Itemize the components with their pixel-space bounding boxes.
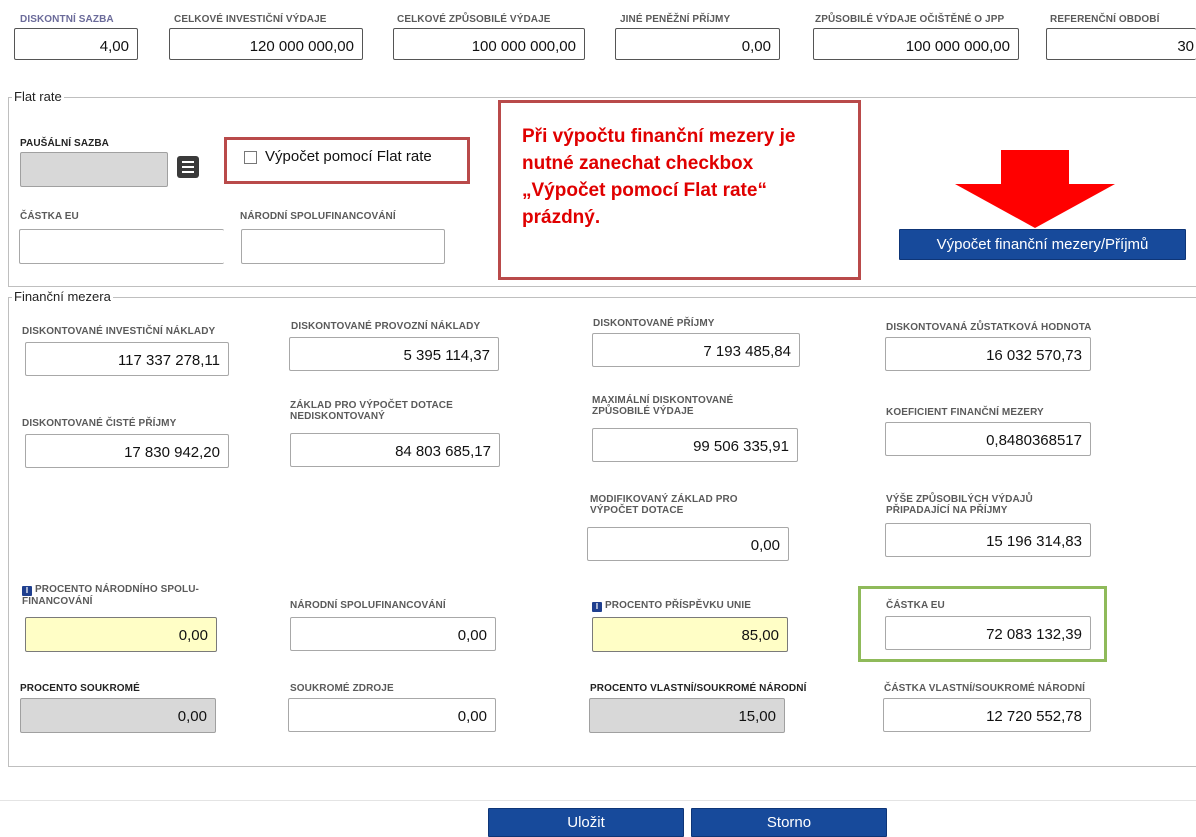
eligible-cleaned-field[interactable]: 100 000 000,00 <box>813 28 1019 60</box>
discount-rate-label: DISKONTNÍ SAZBA <box>20 14 114 25</box>
other-income-label: JINÉ PENĚŽNÍ PŘÍJMY <box>620 14 731 25</box>
flat-rate-border-bottom <box>8 286 1196 287</box>
annotation-text: Při výpočtu finanční mezery je nutné zan… <box>522 126 796 228</box>
disk-prijmy-label: DISKONTOVANÉ PŘÍJMY <box>593 318 715 329</box>
flat-rate-checkbox[interactable] <box>244 151 257 164</box>
cancel-button[interactable]: Storno <box>691 808 887 837</box>
flat-rate-checkbox-label: Výpočet pomocí Flat rate <box>265 148 432 165</box>
pausalni-sazba-label: PAUŠÁLNÍ SAZBA <box>20 138 109 149</box>
flat-narodni-field[interactable] <box>241 229 445 264</box>
footer-divider <box>0 800 1196 801</box>
proc-soukrome-label: PROCENTO SOUKROMÉ <box>20 683 140 694</box>
total-investment-label: CELKOVÉ INVESTIČNÍ VÝDAJE <box>174 14 327 25</box>
red-arrow-down-icon <box>955 150 1115 228</box>
disk-ciste-field: 17 830 942,20 <box>25 434 229 468</box>
flat-rate-border-left <box>8 97 9 287</box>
proc-unie-label: i PROCENTO PŘÍSPĚVKU UNIE <box>592 600 751 612</box>
info-icon[interactable]: i <box>22 586 32 596</box>
total-investment-field[interactable]: 120 000 000,00 <box>169 28 363 60</box>
proc-unie-field[interactable]: 85,00 <box>592 617 788 652</box>
castka-vlastni-field: 12 720 552,78 <box>883 698 1091 732</box>
disk-invest-label: DISKONTOVANÉ INVESTIČNÍ NÁKLADY <box>22 326 216 337</box>
disk-invest-field: 117 337 278,11 <box>25 342 229 376</box>
castka-eu-label: ČÁSTKA EU <box>886 600 945 611</box>
flat-castka-eu-field[interactable] <box>19 229 224 264</box>
flat-narodni-label: NÁRODNÍ SPOLUFINANCOVÁNÍ <box>240 211 396 222</box>
proc-narodni-field[interactable]: 0,00 <box>25 617 217 652</box>
modif-field: 0,00 <box>587 527 789 561</box>
flat-castka-eu-label: ČÁSTKA EU <box>20 211 79 222</box>
proc-narodni-label: i PROCENTO NÁRODNÍHO SPOLU-FINANCOVÁNÍ <box>22 584 252 607</box>
proc-vlastni-label: PROCENTO VLASTNÍ/SOUKROMÉ NÁRODNÍ <box>590 683 807 694</box>
proc-vlastni-field: 15,00 <box>589 698 785 733</box>
max-field: 99 506 335,91 <box>592 428 798 462</box>
vyse-label: VÝŠE ZPŮSOBILÝCH VÝDAJŮ PŘIPADAJÍCÍ NA P… <box>886 494 1033 516</box>
gap-title: Finanční mezera <box>12 289 113 304</box>
list-icon[interactable] <box>177 156 199 178</box>
save-button[interactable]: Uložit <box>488 808 684 837</box>
soukrome-field[interactable]: 0,00 <box>288 698 496 732</box>
disk-zustatkova-label: DISKONTOVANÁ ZŮSTATKOVÁ HODNOTA <box>886 322 1092 333</box>
proc-soukrome-field: 0,00 <box>20 698 216 733</box>
koef-field: 0,8480368517 <box>885 422 1091 456</box>
soukrome-label: SOUKROMÉ ZDROJE <box>290 683 394 694</box>
vyse-field: 15 196 314,83 <box>885 523 1091 557</box>
narodni-label: NÁRODNÍ SPOLUFINANCOVÁNÍ <box>290 600 446 611</box>
annotation-box: Při výpočtu finanční mezery je nutné zan… <box>498 100 861 280</box>
disk-zustatkova-field: 16 032 570,73 <box>885 337 1091 371</box>
pausalni-sazba-field[interactable] <box>20 152 168 187</box>
modif-label: MODIFIKOVANÝ ZÁKLAD PRO VÝPOČET DOTACE <box>590 494 738 516</box>
discount-rate-field[interactable]: 4,00 <box>14 28 138 60</box>
eligible-cleaned-label: ZPŮSOBILÉ VÝDAJE OČIŠTĚNÉ O JPP <box>815 14 1005 25</box>
disk-prijmy-field: 7 193 485,84 <box>592 333 800 367</box>
castka-eu-field: 72 083 132,39 <box>885 616 1091 650</box>
flat-rate-title: Flat rate <box>12 89 64 104</box>
koef-label: KOEFICIENT FINANČNÍ MEZERY <box>886 407 1044 418</box>
gap-border-bottom <box>8 766 1196 767</box>
reference-period-label: REFERENČNÍ OBDOBÍ <box>1050 14 1160 25</box>
info-icon[interactable]: i <box>592 602 602 612</box>
eligible-expenses-label: CELKOVÉ ZPŮSOBILÉ VÝDAJE <box>397 14 551 25</box>
castka-vlastni-label: ČÁSTKA VLASTNÍ/SOUKROMÉ NÁRODNÍ <box>884 683 1086 694</box>
proc-unie-label-text: PROCENTO PŘÍSPĚVKU UNIE <box>605 600 752 611</box>
gap-border-left <box>8 297 9 767</box>
calc-gap-button[interactable]: Výpočet finanční mezery/Příjmů <box>899 229 1186 260</box>
disk-provoz-field: 5 395 114,37 <box>289 337 499 371</box>
proc-narodni-label-text: PROCENTO NÁRODNÍHO SPOLU-FINANCOVÁNÍ <box>22 584 199 607</box>
reference-period-field[interactable]: 30 <box>1046 28 1196 60</box>
gap-border-top <box>8 297 1196 298</box>
other-income-field[interactable]: 0,00 <box>615 28 780 60</box>
max-label: MAXIMÁLNÍ DISKONTOVANÉ ZPŮSOBILÉ VÝDAJE <box>592 395 734 417</box>
zaklad-field: 84 803 685,17 <box>290 433 500 467</box>
disk-provoz-label: DISKONTOVANÉ PROVOZNÍ NÁKLADY <box>291 321 481 332</box>
flat-rate-border-top <box>8 97 1196 98</box>
disk-ciste-label: DISKONTOVANÉ ČISTÉ PŘÍJMY <box>22 418 177 429</box>
zaklad-label: ZÁKLAD PRO VÝPOČET DOTACE NEDISKONTOVANÝ <box>290 400 453 422</box>
eligible-expenses-field[interactable]: 100 000 000,00 <box>393 28 585 60</box>
narodni-field: 0,00 <box>290 617 496 651</box>
